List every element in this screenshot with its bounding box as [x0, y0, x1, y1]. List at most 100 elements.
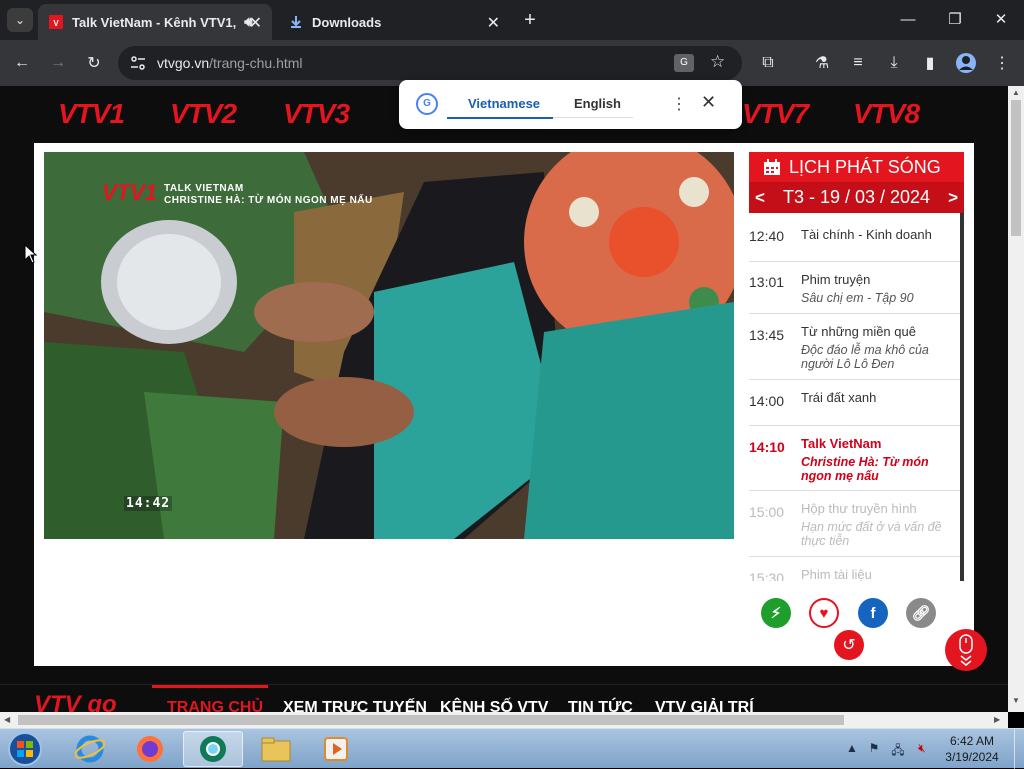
favorite-button[interactable]: ♥ — [809, 598, 839, 628]
address-bar[interactable]: vtvgo.vn/trang-chu.html G ☆ — [118, 46, 742, 80]
nav-item-news[interactable]: TIN TỨC — [568, 699, 633, 712]
schedule-item-live[interactable]: 14:10 Talk VietNam Christine Hà: Từ món … — [749, 426, 960, 491]
minimize-button[interactable]: — — [893, 6, 923, 34]
language-option-english[interactable]: English — [574, 96, 621, 111]
scroll-down-button[interactable] — [945, 629, 987, 671]
video-player[interactable]: VTV1 TALK VIETNAM CHRISTINE HÀ: TỪ MÓN N… — [44, 152, 734, 539]
schedule-title: LỊCH PHÁT SÓNG — [789, 156, 941, 177]
profile-avatar[interactable] — [954, 51, 978, 75]
schedule-scrollbar-thumb[interactable] — [960, 380, 964, 426]
reload-stream-button[interactable]: ↺ — [834, 630, 864, 660]
volume-muted-icon[interactable]: 🔇︎ — [914, 741, 930, 757]
schedule-item[interactable]: 13:45 Từ những miền quê Độc đáo lễ ma kh… — [749, 314, 960, 380]
google-translate-icon: G — [416, 93, 438, 115]
mouse-cursor-icon — [24, 243, 38, 269]
nav-item-live[interactable]: XEM TRỰC TUYẾN — [283, 699, 427, 712]
scroll-left-arrow[interactable]: ◀ — [4, 715, 10, 724]
back-button[interactable]: ← — [10, 51, 34, 75]
media-control-icon[interactable]: ≡ — [846, 51, 870, 75]
forward-button[interactable]: → — [46, 51, 70, 75]
show-hidden-icons-icon[interactable]: ▲ — [844, 741, 860, 757]
start-button[interactable] — [0, 731, 50, 767]
vtvgo-logo[interactable]: VTV go — [34, 691, 117, 712]
flash-share-button[interactable]: ⚡︎ — [761, 598, 791, 628]
media-player-icon[interactable] — [309, 731, 363, 767]
nav-item-entertainment[interactable]: VTV GIẢI TRÍ — [655, 699, 754, 712]
schedule-item[interactable]: 13:01 Phim truyện Sâu chị em - Tập 90 — [749, 262, 960, 314]
browser-titlebar: ⌄ V Talk VietNam - Kênh VTV1, 🔊︎ ✕ Downl… — [0, 0, 1024, 40]
firefox-icon[interactable] — [123, 731, 177, 767]
close-tab-icon[interactable]: ✕ — [249, 13, 262, 33]
vertical-scrollbar[interactable]: ▲ ▼ — [1008, 86, 1024, 712]
file-explorer-icon[interactable] — [249, 731, 303, 767]
chrome-taskbar-icon[interactable] — [183, 731, 243, 767]
translate-icon[interactable]: G — [674, 54, 694, 72]
scroll-up-arrow[interactable]: ▲ — [1012, 88, 1020, 97]
schedule-list[interactable]: 12:40 Tài chính - Kinh doanh 13:01 Phim … — [749, 213, 964, 581]
chrome-menu-icon[interactable]: ⋮ — [990, 51, 1014, 75]
close-icon[interactable]: ✕ — [701, 92, 716, 113]
more-options-icon[interactable]: ⋮ — [671, 94, 687, 114]
prev-day-button[interactable]: < — [755, 188, 765, 208]
tab-title: Talk VietNam - Kênh VTV1, — [72, 14, 237, 30]
language-option-vietnamese[interactable]: Vietnamese — [468, 96, 540, 111]
channel-logo-vtv3[interactable]: VTV3 — [283, 98, 350, 134]
side-panel-icon[interactable]: ▮ — [918, 51, 942, 75]
schedule-time: 13:45 — [749, 327, 785, 343]
extensions-icon[interactable]: ⧉ — [756, 51, 780, 75]
tab-talk-vietnam[interactable]: V Talk VietNam - Kênh VTV1, 🔊︎ ✕ — [38, 4, 272, 40]
video-overlay-subtitle: CHRISTINE HÀ: TỪ MÓN NGON MẸ NẤU — [164, 195, 373, 206]
url-path: /trang-chu.html — [209, 55, 303, 71]
channel-logo-vtv1[interactable]: VTV1 — [58, 98, 125, 134]
labs-icon[interactable]: ⚗ — [810, 51, 834, 75]
schedule-program: Phim tài liệu — [801, 567, 872, 581]
restore-button[interactable]: ❐ — [940, 6, 970, 34]
next-day-button[interactable]: > — [948, 188, 958, 208]
clock-time: 6:42 AM — [949, 734, 995, 748]
schedule-item[interactable]: 15:30 Phim tài liệu — [749, 557, 960, 581]
close-tab-icon[interactable]: ✕ — [487, 13, 500, 33]
copy-link-button[interactable]: 🔗︎ — [906, 598, 936, 628]
schedule-item[interactable]: 14:00 Trái đất xanh — [749, 380, 960, 426]
show-desktop-button[interactable] — [1014, 729, 1024, 769]
horizontal-scrollbar-thumb[interactable] — [18, 715, 844, 725]
nav-item-home[interactable]: TRANG CHỦ — [167, 699, 263, 712]
tab-downloads[interactable]: Downloads ✕ — [278, 4, 510, 40]
nav-item-channels[interactable]: KÊNH SỐ VTV — [440, 699, 548, 712]
window-close-button[interactable]: ✕ — [986, 6, 1016, 34]
selected-language-underline — [447, 117, 553, 119]
tab-divider — [553, 117, 633, 118]
vertical-scrollbar-thumb[interactable] — [1011, 100, 1021, 236]
scroll-right-arrow[interactable]: ▶ — [994, 715, 1000, 724]
scroll-down-arrow[interactable]: ▼ — [1012, 696, 1020, 705]
action-center-flag-icon[interactable]: ⚑ — [866, 741, 882, 757]
horizontal-scrollbar[interactable]: ◀ ▶ — [0, 712, 1008, 728]
channel-logo-vtv7[interactable]: VTV7 — [742, 98, 809, 134]
schedule-date: T3 - 19 / 03 / 2024 — [782, 187, 931, 207]
schedule-item[interactable]: 12:40 Tài chính - Kinh doanh — [749, 213, 960, 262]
schedule-time: 14:00 — [749, 393, 785, 409]
calendar-icon — [763, 158, 781, 176]
channel-logo-vtv2[interactable]: VTV2 — [170, 98, 237, 134]
nav-active-indicator — [152, 685, 268, 688]
reload-button[interactable]: ↻ — [82, 51, 106, 75]
schedule-time: 13:01 — [749, 274, 785, 290]
facebook-share-button[interactable]: f — [858, 598, 888, 628]
video-frame — [44, 152, 734, 539]
network-icon[interactable]: 🖧︎ — [890, 741, 906, 757]
channel-logo-vtv8[interactable]: VTV8 — [853, 98, 920, 134]
tab-search-button[interactable]: ⌄ — [7, 8, 33, 32]
downloads-icon[interactable]: ⤓ — [882, 51, 906, 75]
internet-explorer-icon[interactable] — [63, 731, 117, 767]
system-clock[interactable]: 6:42 AM 3/19/2024 — [936, 733, 1008, 765]
schedule-header: LỊCH PHÁT SÓNG — [749, 152, 964, 182]
schedule-time: 14:10 — [749, 439, 785, 455]
video-overlay-title: TALK VIETNAM — [164, 183, 244, 194]
new-tab-button[interactable]: + — [518, 8, 542, 32]
schedule-time: 12:40 — [749, 228, 785, 244]
translate-popup: G Vietnamese English ⋮ ✕ — [399, 80, 742, 129]
bookmark-star-icon[interactable]: ☆ — [710, 52, 725, 72]
site-info-icon[interactable] — [129, 54, 147, 77]
url-text[interactable]: vtvgo.vn/trang-chu.html — [157, 55, 303, 71]
schedule-item[interactable]: 15:00 Hộp thư truyền hình Hạn mức đất ở … — [749, 491, 960, 557]
